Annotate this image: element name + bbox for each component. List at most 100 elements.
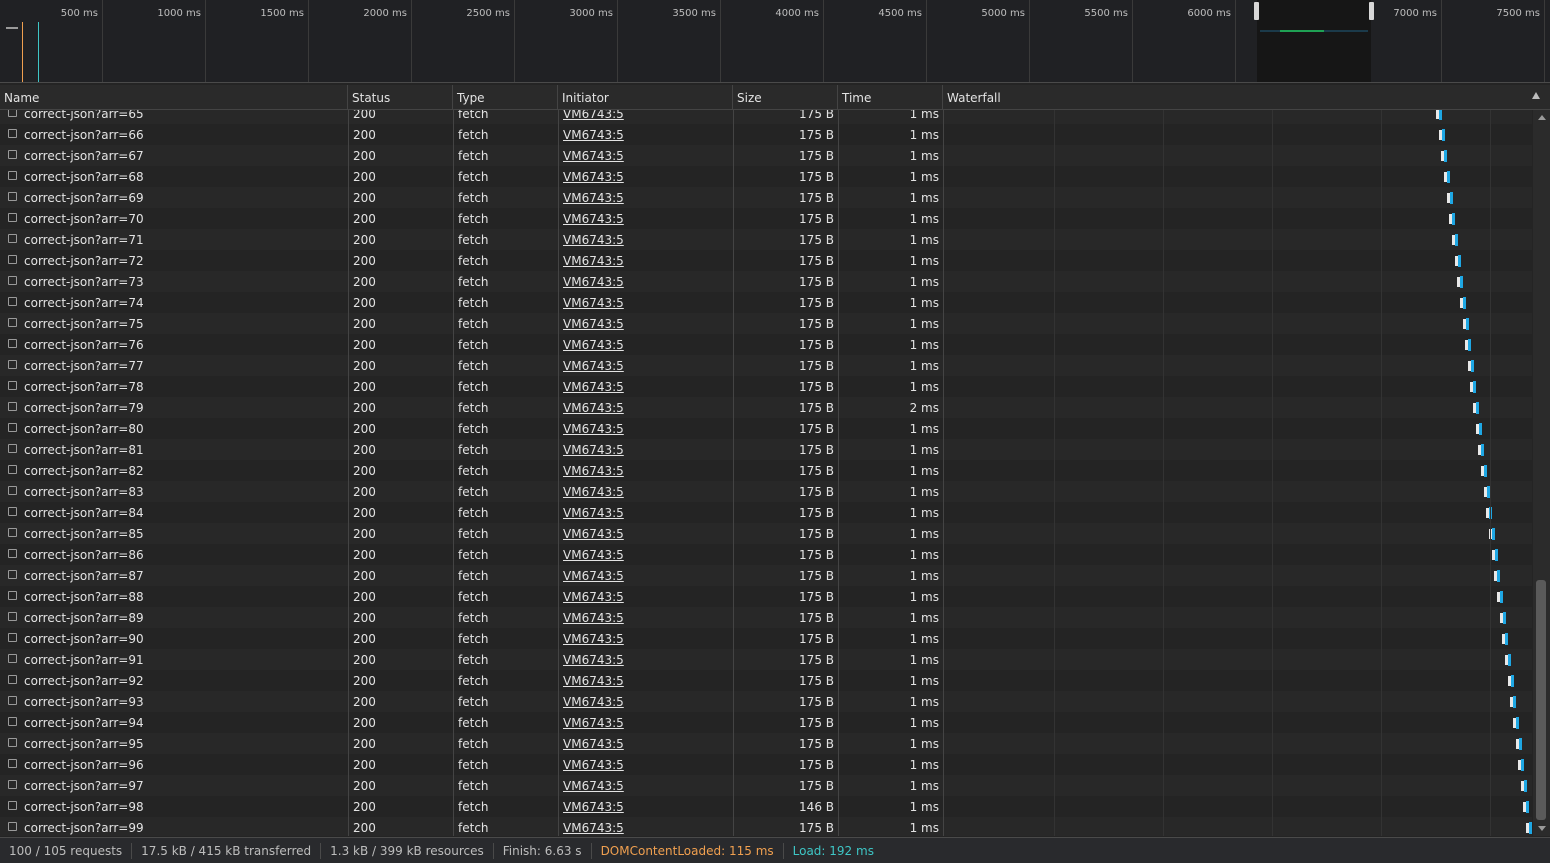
table-row[interactable]: correct-json?arr=93 200 fetch VM6743:5 175 B… xyxy=(0,691,1532,712)
request-initiator-link[interactable]: VM6743:5 xyxy=(558,439,733,460)
table-row[interactable]: correct-json?arr=75 200 fetch VM6743:5 175 B… xyxy=(0,313,1532,334)
request-initiator-link[interactable]: VM6743:5 xyxy=(558,607,733,628)
request-table-body[interactable]: correct-json?arr=65 200 fetch VM6743:5 175 B… xyxy=(0,110,1532,836)
request-initiator-link[interactable]: VM6743:5 xyxy=(558,502,733,523)
request-initiator-link[interactable]: VM6743:5 xyxy=(558,418,733,439)
table-row[interactable]: correct-json?arr=68 200 fetch VM6743:5 175 B… xyxy=(0,166,1532,187)
table-row[interactable]: correct-json?arr=91 200 fetch VM6743:5 175 B… xyxy=(0,649,1532,670)
waterfall-download-bar xyxy=(1513,696,1517,708)
table-row[interactable]: correct-json?arr=73 200 fetch VM6743:5 175 B… xyxy=(0,271,1532,292)
table-row[interactable]: correct-json?arr=65 200 fetch VM6743:5 175 B… xyxy=(0,110,1532,124)
request-initiator-link[interactable]: VM6743:5 xyxy=(558,565,733,586)
request-type: fetch xyxy=(458,548,489,562)
table-row[interactable]: correct-json?arr=86 200 fetch VM6743:5 175 B… xyxy=(0,544,1532,565)
request-initiator-link[interactable]: VM6743:5 xyxy=(558,208,733,229)
request-initiator-link[interactable]: VM6743:5 xyxy=(558,691,733,712)
request-initiator-link[interactable]: VM6743:5 xyxy=(558,712,733,733)
request-initiator-link[interactable]: VM6743:5 xyxy=(558,796,733,817)
overview-left-handle[interactable] xyxy=(1254,2,1259,20)
column-header-status[interactable]: Status xyxy=(348,85,453,109)
request-initiator-link[interactable]: VM6743:5 xyxy=(558,460,733,481)
request-initiator-link[interactable]: VM6743:5 xyxy=(558,817,733,836)
request-initiator-link[interactable]: VM6743:5 xyxy=(558,229,733,250)
scroll-down-arrow-icon[interactable] xyxy=(1538,826,1546,831)
sort-ascending-icon[interactable] xyxy=(1532,92,1540,99)
request-initiator-link[interactable]: VM6743:5 xyxy=(558,586,733,607)
table-row[interactable]: correct-json?arr=98 200 fetch VM6743:5 146 B… xyxy=(0,796,1532,817)
request-initiator-link[interactable]: VM6743:5 xyxy=(558,187,733,208)
request-name: correct-json?arr=99 xyxy=(24,821,144,835)
request-initiator-link[interactable]: VM6743:5 xyxy=(558,334,733,355)
table-row[interactable]: correct-json?arr=67 200 fetch VM6743:5 175 B… xyxy=(0,145,1532,166)
table-row[interactable]: correct-json?arr=88 200 fetch VM6743:5 175 B… xyxy=(0,586,1532,607)
request-time: 1 ms xyxy=(909,359,939,373)
column-header-waterfall[interactable]: Waterfall xyxy=(943,85,1550,109)
request-initiator-link[interactable]: VM6743:5 xyxy=(558,649,733,670)
table-row[interactable]: correct-json?arr=92 200 fetch VM6743:5 175 B… xyxy=(0,670,1532,691)
request-waterfall xyxy=(943,670,1532,691)
table-row[interactable]: correct-json?arr=70 200 fetch VM6743:5 175 B… xyxy=(0,208,1532,229)
request-initiator-link[interactable]: VM6743:5 xyxy=(558,313,733,334)
request-initiator-link[interactable]: VM6743:5 xyxy=(558,775,733,796)
table-row[interactable]: correct-json?arr=95 200 fetch VM6743:5 175 B… xyxy=(0,733,1532,754)
request-initiator-link[interactable]: VM6743:5 xyxy=(558,271,733,292)
request-initiator-link[interactable]: VM6743:5 xyxy=(558,292,733,313)
request-initiator-link[interactable]: VM6743:5 xyxy=(558,628,733,649)
request-initiator-link[interactable]: VM6743:5 xyxy=(558,670,733,691)
table-row[interactable]: correct-json?arr=83 200 fetch VM6743:5 175 B… xyxy=(0,481,1532,502)
request-initiator-link[interactable]: VM6743:5 xyxy=(558,733,733,754)
request-time: 1 ms xyxy=(909,464,939,478)
request-initiator-link[interactable]: VM6743:5 xyxy=(558,145,733,166)
column-header-size[interactable]: Size xyxy=(733,85,838,109)
table-row[interactable]: correct-json?arr=69 200 fetch VM6743:5 175 B… xyxy=(0,187,1532,208)
table-row[interactable]: correct-json?arr=66 200 fetch VM6743:5 175 B… xyxy=(0,124,1532,145)
table-row[interactable]: correct-json?arr=79 200 fetch VM6743:5 175 B… xyxy=(0,397,1532,418)
table-row[interactable]: correct-json?arr=78 200 fetch VM6743:5 175 B… xyxy=(0,376,1532,397)
table-row[interactable]: correct-json?arr=99 200 fetch VM6743:5 175 B… xyxy=(0,817,1532,836)
request-initiator-link[interactable]: VM6743:5 xyxy=(558,355,733,376)
request-waterfall xyxy=(943,145,1532,166)
request-name: correct-json?arr=76 xyxy=(24,338,144,352)
request-initiator-link[interactable]: VM6743:5 xyxy=(558,166,733,187)
table-row[interactable]: correct-json?arr=81 200 fetch VM6743:5 175 B… xyxy=(0,439,1532,460)
request-name: correct-json?arr=93 xyxy=(24,695,144,709)
request-initiator-link[interactable]: VM6743:5 xyxy=(558,754,733,775)
table-row[interactable]: correct-json?arr=96 200 fetch VM6743:5 175 B… xyxy=(0,754,1532,775)
request-waterfall xyxy=(943,754,1532,775)
vertical-scrollbar[interactable] xyxy=(1533,110,1550,836)
column-header-name[interactable]: Name xyxy=(0,85,348,109)
table-row[interactable]: correct-json?arr=80 200 fetch VM6743:5 175 B… xyxy=(0,418,1532,439)
table-row[interactable]: correct-json?arr=90 200 fetch VM6743:5 175 B… xyxy=(0,628,1532,649)
column-header-time[interactable]: Time xyxy=(838,85,943,109)
request-initiator-link[interactable]: VM6743:5 xyxy=(558,124,733,145)
table-row[interactable]: correct-json?arr=71 200 fetch VM6743:5 175 B… xyxy=(0,229,1532,250)
request-initiator-link[interactable]: VM6743:5 xyxy=(558,376,733,397)
overview-selection-window[interactable] xyxy=(1257,0,1371,82)
request-initiator-link[interactable]: VM6743:5 xyxy=(558,523,733,544)
table-row[interactable]: correct-json?arr=94 200 fetch VM6743:5 175 B… xyxy=(0,712,1532,733)
table-row[interactable]: correct-json?arr=84 200 fetch VM6743:5 175 B… xyxy=(0,502,1532,523)
request-type: fetch xyxy=(458,716,489,730)
table-row[interactable]: correct-json?arr=77 200 fetch VM6743:5 175 B… xyxy=(0,355,1532,376)
column-header-initiator[interactable]: Initiator xyxy=(558,85,733,109)
table-row[interactable]: correct-json?arr=76 200 fetch VM6743:5 175 B… xyxy=(0,334,1532,355)
table-row[interactable]: correct-json?arr=74 200 fetch VM6743:5 175 B… xyxy=(0,292,1532,313)
table-row[interactable]: correct-json?arr=97 200 fetch VM6743:5 175 B… xyxy=(0,775,1532,796)
request-initiator-link[interactable]: VM6743:5 xyxy=(558,110,733,124)
overview-timeline[interactable]: 500 ms 1000 ms 1500 ms 2000 ms 2500 ms 3000 m… xyxy=(0,0,1550,83)
request-initiator-link[interactable]: VM6743:5 xyxy=(558,544,733,565)
request-initiator-link[interactable]: VM6743:5 xyxy=(558,397,733,418)
table-row[interactable]: correct-json?arr=82 200 fetch VM6743:5 175 B… xyxy=(0,460,1532,481)
request-initiator-link[interactable]: VM6743:5 xyxy=(558,250,733,271)
table-row[interactable]: correct-json?arr=87 200 fetch VM6743:5 175 B… xyxy=(0,565,1532,586)
column-divider xyxy=(558,110,559,836)
table-row[interactable]: correct-json?arr=85 200 fetch VM6743:5 175 B… xyxy=(0,523,1532,544)
scrollbar-thumb[interactable] xyxy=(1536,580,1546,820)
table-row[interactable]: correct-json?arr=89 200 fetch VM6743:5 175 B… xyxy=(0,607,1532,628)
overview-tick-line xyxy=(720,0,721,82)
overview-right-handle[interactable] xyxy=(1369,2,1374,20)
table-row[interactable]: correct-json?arr=72 200 fetch VM6743:5 175 B… xyxy=(0,250,1532,271)
scroll-up-arrow-icon[interactable] xyxy=(1538,115,1546,120)
request-initiator-link[interactable]: VM6743:5 xyxy=(558,481,733,502)
column-header-type[interactable]: Type xyxy=(453,85,558,109)
